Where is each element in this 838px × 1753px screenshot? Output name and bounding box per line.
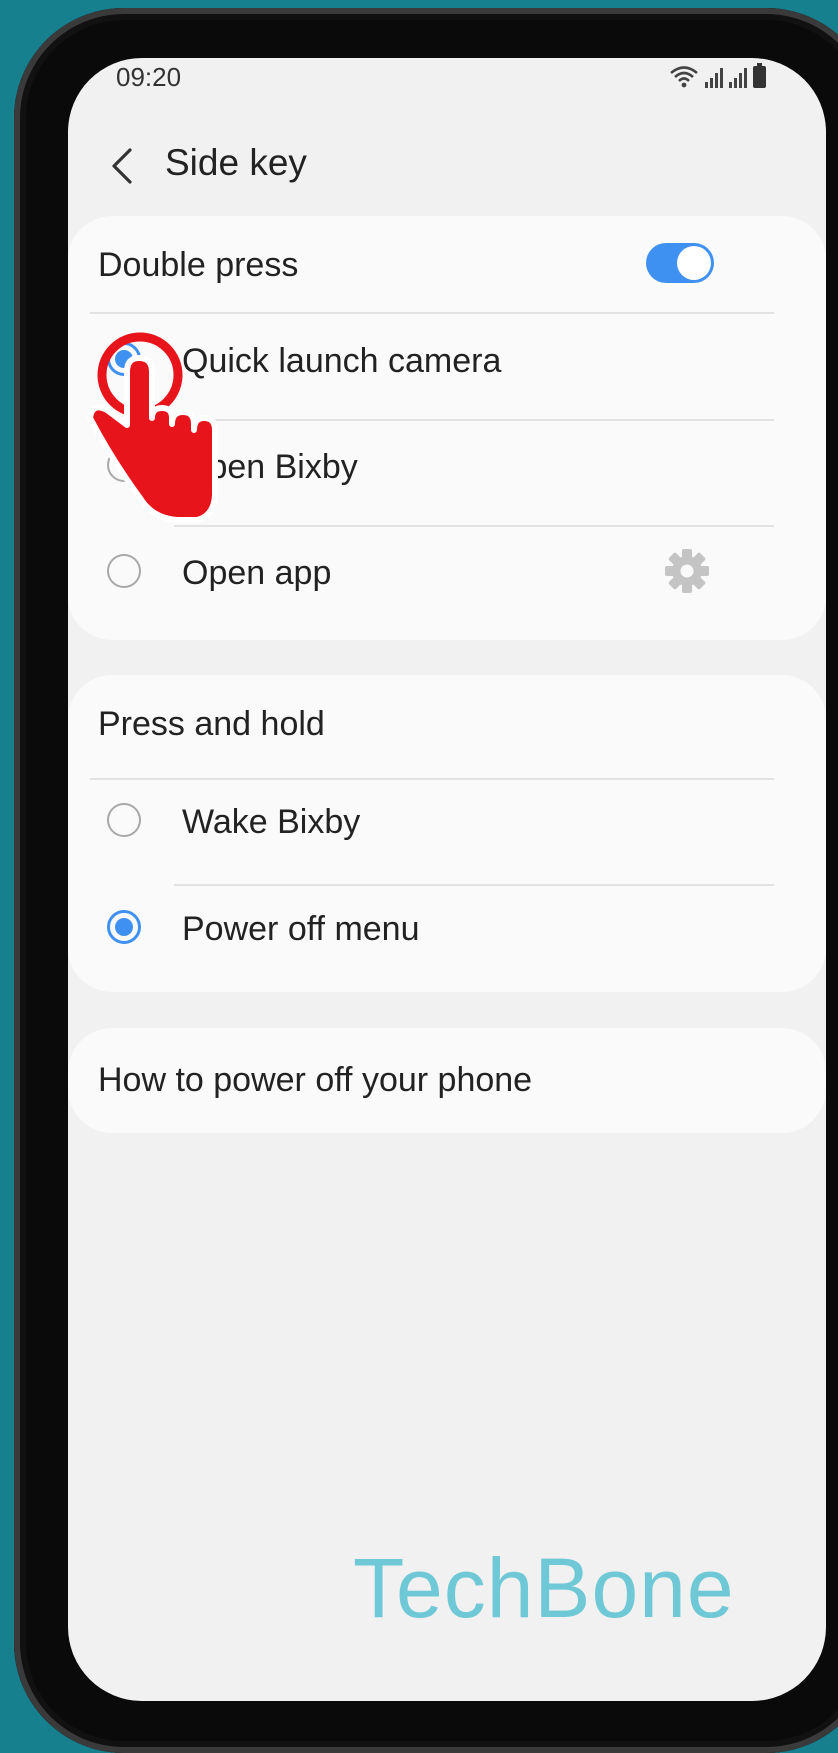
phone-screen: 09:20 Side key Double press Quick launch… — [68, 58, 826, 1701]
option-open-app[interactable]: Open app — [68, 527, 826, 637]
status-bar: 09:20 — [68, 58, 826, 108]
option-label: Wake Bixby — [182, 803, 361, 841]
option-label: Open app — [182, 554, 332, 592]
double-press-label: Double press — [98, 246, 299, 284]
option-wake-bixby[interactable]: Wake Bixby — [68, 780, 826, 884]
option-label: Power off menu — [182, 910, 420, 948]
back-arrow-icon[interactable] — [104, 144, 144, 188]
app-header: Side key — [68, 126, 826, 206]
radio-power-off-menu[interactable] — [107, 910, 141, 944]
signal-icon-2 — [729, 66, 747, 88]
signal-icon — [705, 66, 723, 88]
tap-hand-icon — [87, 332, 218, 523]
help-card[interactable]: How to power off your phone — [68, 1028, 826, 1133]
radio-open-app[interactable] — [107, 554, 141, 588]
phone-frame: 09:20 Side key Double press Quick launch… — [14, 8, 838, 1753]
radio-wake-bixby[interactable] — [107, 803, 141, 837]
press-and-hold-header: Press and hold — [68, 675, 826, 771]
battery-icon — [753, 63, 766, 88]
page-title: Side key — [165, 142, 307, 183]
how-to-power-off-link[interactable]: How to power off your phone — [98, 1061, 532, 1100]
press-and-hold-label: Press and hold — [98, 705, 325, 743]
gear-icon[interactable] — [662, 546, 712, 596]
watermark: TechBone — [353, 1541, 735, 1635]
double-press-row[interactable]: Double press — [68, 216, 826, 312]
press-and-hold-card: Press and hold Wake Bixby Power off menu — [68, 675, 826, 992]
toggle-knob — [677, 246, 711, 280]
wifi-icon — [670, 66, 698, 88]
option-power-off-menu[interactable]: Power off menu — [68, 886, 826, 990]
status-icons — [669, 63, 766, 88]
status-time: 09:20 — [116, 62, 182, 92]
double-press-toggle[interactable] — [646, 243, 714, 283]
